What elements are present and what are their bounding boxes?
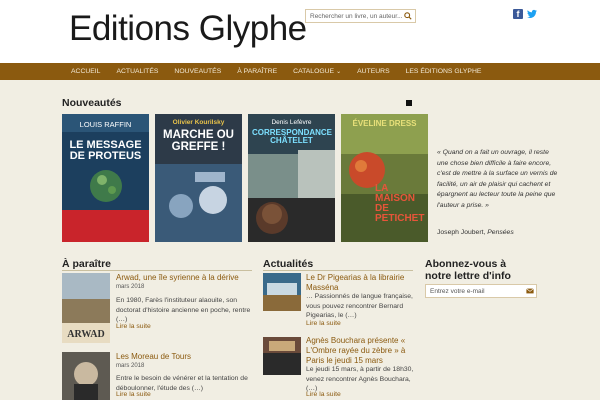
read-more-link[interactable]: Lire la suite xyxy=(116,391,151,398)
envelope-icon[interactable] xyxy=(524,285,536,297)
nav-item-nouveautes[interactable]: NOUVEAUTÉS xyxy=(166,63,229,80)
site-logo[interactable]: Editions Glyphe xyxy=(69,8,307,50)
book-2-author: Olivier Kourilsky xyxy=(172,119,225,126)
book-cover-2[interactable]: Olivier Kourilsky MARCHE OU GREFFE ! xyxy=(155,114,242,242)
svg-text:ARWAD: ARWAD xyxy=(67,329,104,340)
nav-item-les-editions-glyphe[interactable]: LES ÉDITIONS GLYPHE xyxy=(398,63,490,80)
article-date: mars 2018 xyxy=(116,284,145,290)
facebook-icon[interactable]: f xyxy=(513,9,523,19)
search-icon[interactable] xyxy=(402,10,414,22)
read-more-link[interactable]: Lire la suite xyxy=(306,320,341,327)
article-title[interactable]: Arwad, une île syrienne à la dérive xyxy=(116,273,256,283)
nav-item-catalogue-label: CATALOGUE xyxy=(293,67,335,75)
article-excerpt: Le jeudi 15 mars, à partir de 18h30, ven… xyxy=(306,366,414,392)
quote-text: « Quand on a fait un ouvrage, il reste u… xyxy=(437,149,558,209)
book-4-author: ÉVELINE DRESS xyxy=(352,119,417,128)
article-title[interactable]: Le Dr Pigearias à la librairie Masséna xyxy=(306,273,414,293)
divider xyxy=(263,270,413,271)
a-paraitre-title: À paraître xyxy=(62,258,112,270)
article-thumbnail-moreau[interactable] xyxy=(62,352,110,400)
book-3-author: Denis Lefèvre xyxy=(271,119,312,126)
newsletter-form xyxy=(425,284,537,298)
nav-item-accueil[interactable]: ACCUEIL xyxy=(63,63,108,80)
search-box xyxy=(305,9,416,23)
site-header: Editions Glyphe f xyxy=(0,0,600,63)
quote-source: Pensées xyxy=(487,229,514,236)
nav-item-catalogue[interactable]: CATALOGUE ⌄ xyxy=(285,63,349,81)
book-cover-4[interactable]: ÉVELINE DRESS LA MAISON DE PETICHET xyxy=(341,114,428,242)
article-excerpt: En 1980, Farès l'instituteur alaouite, s… xyxy=(116,297,251,323)
book-1-author: LOUIS RAFFIN xyxy=(79,120,132,129)
book-cover-3[interactable]: Denis Lefèvre CORRESPONDANCE CHÂTELET xyxy=(248,114,335,242)
book-3-title: CORRESPONDANCE CHÂTELET xyxy=(252,128,333,145)
article-thumbnail-massena[interactable] xyxy=(263,273,301,311)
email-field[interactable] xyxy=(426,285,524,297)
book-1-title: LE MESSAGE DE PROTEUS xyxy=(69,139,142,162)
nav-item-a-paraitre[interactable]: À PARAÎTRE xyxy=(229,63,285,80)
actualites-title: Actualités xyxy=(263,258,314,270)
quote-author: Joseph Joubert, Pensées xyxy=(437,229,514,236)
book-2-title: MARCHE OU GREFFE ! xyxy=(163,129,234,153)
chevron-down-icon: ⌄ xyxy=(336,68,342,75)
read-more-link[interactable]: Lire la suite xyxy=(306,391,341,398)
nouveautes-title: Nouveautés xyxy=(62,97,122,109)
article-title[interactable]: Les Moreau de Tours xyxy=(116,352,256,362)
article-thumbnail-arwad[interactable]: ARWAD xyxy=(62,273,110,343)
twitter-icon[interactable] xyxy=(527,9,537,19)
carousel-control[interactable] xyxy=(406,100,412,106)
divider xyxy=(62,270,252,271)
newsletter-title: Abonnez-vous à notre lettre d'info xyxy=(425,258,511,282)
book-cover-1[interactable]: LOUIS RAFFIN LE MESSAGE DE PROTEUS xyxy=(62,114,149,242)
nav-item-actualites[interactable]: ACTUALITÉS xyxy=(108,63,166,80)
search-input[interactable] xyxy=(306,10,402,22)
main-nav: ACCUEIL ACTUALITÉS NOUVEAUTÉS À PARAÎTRE… xyxy=(0,63,600,80)
read-more-link[interactable]: Lire la suite xyxy=(116,323,151,330)
nav-item-auteurs[interactable]: AUTEURS xyxy=(349,63,397,80)
quote-author-name: Joseph Joubert, xyxy=(437,229,486,236)
article-thumbnail-bouchara[interactable] xyxy=(263,337,301,375)
article-date: mars 2018 xyxy=(116,363,145,369)
article-excerpt: … Passionnés de langue française, vous p… xyxy=(306,293,413,319)
book-4-title: LA MAISON DE PETICHET xyxy=(375,183,425,224)
article-title[interactable]: Agnès Bouchara présente « L'Ombre rayée … xyxy=(306,336,418,366)
